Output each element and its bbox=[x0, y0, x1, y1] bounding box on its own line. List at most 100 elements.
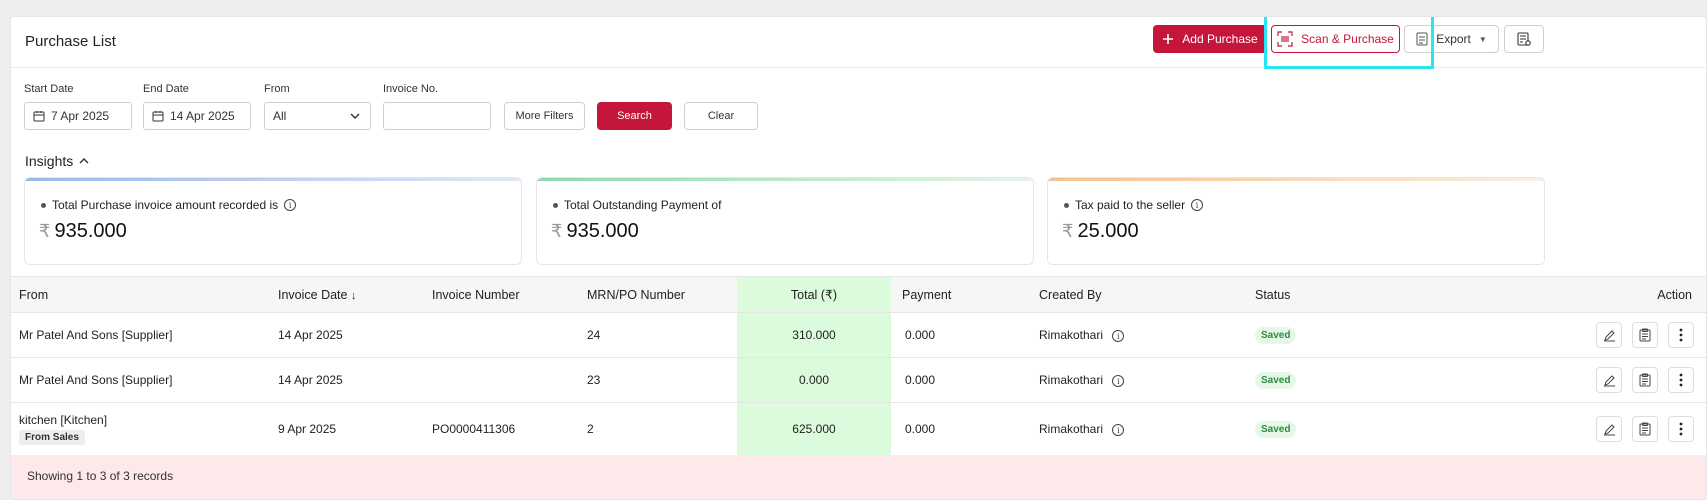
insight-value: 935.000 bbox=[54, 220, 127, 242]
clipboard-icon bbox=[1639, 328, 1651, 342]
rupee-icon: ₹ bbox=[1062, 221, 1074, 241]
edit-button[interactable] bbox=[1596, 322, 1622, 349]
col-payment: Payment bbox=[891, 276, 1039, 313]
more-options-button[interactable] bbox=[1668, 366, 1694, 393]
invoice-no-input[interactable] bbox=[392, 109, 490, 123]
cell-payment: 0.000 bbox=[891, 402, 1039, 456]
cell-invoice: PO0000411306 bbox=[432, 402, 587, 456]
rupee-icon: ₹ bbox=[39, 221, 51, 241]
pencil-icon bbox=[1603, 330, 1615, 342]
start-date-label: Start Date bbox=[24, 83, 74, 95]
insight-label-wrap: Total Purchase invoice amount recorded i… bbox=[41, 198, 297, 212]
export-dropdown[interactable]: Export ▼ bbox=[1404, 25, 1499, 53]
chevron-up-icon bbox=[79, 158, 89, 164]
chevron-down-icon: ▼ bbox=[1478, 34, 1487, 44]
cell-mrn: 2 bbox=[587, 402, 737, 456]
kebab-menu-icon bbox=[1679, 422, 1683, 436]
cell-date: 9 Apr 2025 bbox=[278, 402, 432, 456]
document-icon bbox=[1416, 32, 1428, 46]
col-from: From bbox=[11, 276, 278, 313]
pencil-icon bbox=[1603, 424, 1615, 436]
insights-toggle[interactable]: Insights bbox=[25, 153, 89, 169]
pencil-icon bbox=[1603, 375, 1615, 387]
insight-card-outstanding: Total Outstanding Payment of ₹ 935.000 bbox=[536, 177, 1034, 265]
end-date-label: End Date bbox=[143, 83, 189, 95]
cell-total: 0.000 bbox=[737, 357, 891, 403]
from-select[interactable]: All bbox=[264, 102, 371, 130]
rupee-icon: ₹ bbox=[551, 221, 563, 241]
calendar-icon bbox=[33, 111, 45, 122]
col-invoice-date-label: Invoice Date bbox=[278, 287, 348, 302]
col-status: Status bbox=[1255, 276, 1425, 313]
more-options-button[interactable] bbox=[1668, 415, 1694, 442]
status-badge: Saved bbox=[1255, 420, 1297, 438]
invoice-no-field[interactable] bbox=[383, 102, 491, 130]
search-button[interactable]: Search bbox=[597, 102, 672, 130]
clipboard-button[interactable] bbox=[1632, 366, 1658, 393]
page-title: Purchase List bbox=[25, 33, 116, 50]
filters-bar: Start Date 7 Apr 2025 End Date 14 Apr 20… bbox=[11, 68, 1706, 148]
insight-label: Tax paid to the seller bbox=[1075, 198, 1186, 212]
info-icon[interactable]: i bbox=[1112, 424, 1125, 437]
insight-label-wrap: Total Outstanding Payment of bbox=[553, 198, 721, 212]
bullet-dot bbox=[553, 202, 558, 208]
end-date-value: 14 Apr 2025 bbox=[170, 109, 235, 123]
cell-from-name: kitchen [Kitchen] bbox=[19, 413, 108, 427]
kebab-menu-icon bbox=[1679, 328, 1683, 342]
add-purchase-button[interactable]: Add Purchase bbox=[1153, 25, 1267, 53]
table-footer: Showing 1 to 3 of 3 records bbox=[11, 455, 1706, 499]
cell-created-by: Rimakothari i bbox=[1039, 312, 1255, 358]
insight-card-tax: Tax paid to the seller i ₹ 25.000 bbox=[1047, 177, 1545, 265]
insight-label-wrap: Tax paid to the seller i bbox=[1064, 198, 1204, 212]
insight-value-wrap: ₹ 25.000 bbox=[1062, 220, 1139, 243]
col-mrn-po-number: MRN/PO Number bbox=[587, 276, 737, 313]
cell-invoice bbox=[432, 312, 587, 358]
more-filters-button[interactable]: More Filters bbox=[504, 102, 585, 130]
col-action: Action bbox=[1425, 276, 1706, 313]
col-created-by: Created By bbox=[1039, 276, 1255, 313]
insight-bar bbox=[25, 178, 521, 181]
start-date-field[interactable]: 7 Apr 2025 bbox=[24, 102, 132, 130]
info-icon[interactable]: i bbox=[284, 199, 297, 211]
cell-from: Mr Patel And Sons [Supplier] bbox=[11, 312, 278, 358]
purchase-table: From Invoice Date ↓ Invoice Number MRN/P… bbox=[11, 276, 1706, 456]
plus-icon bbox=[1163, 34, 1174, 44]
col-total: Total (₹) bbox=[737, 276, 891, 313]
cell-payment: 0.000 bbox=[891, 312, 1039, 358]
clear-button[interactable]: Clear bbox=[684, 102, 758, 130]
cell-actions bbox=[1425, 402, 1706, 456]
cell-date: 14 Apr 2025 bbox=[278, 357, 432, 403]
add-purchase-label: Add Purchase bbox=[1182, 32, 1258, 46]
edit-button[interactable] bbox=[1596, 416, 1622, 443]
from-select-value: All bbox=[273, 109, 287, 123]
cell-total: 625.000 bbox=[737, 402, 891, 456]
info-icon[interactable]: i bbox=[1191, 199, 1204, 211]
status-badge: Saved bbox=[1255, 326, 1297, 344]
kebab-menu-icon bbox=[1679, 373, 1683, 387]
cell-mrn: 24 bbox=[587, 312, 737, 358]
scan-and-purchase-button[interactable]: Scan & Purchase bbox=[1271, 25, 1400, 53]
end-date-field[interactable]: 14 Apr 2025 bbox=[143, 102, 251, 130]
chevron-down-icon bbox=[350, 113, 360, 119]
purchase-list-card: Purchase List Add Purchase Scan & Purcha… bbox=[10, 16, 1707, 500]
list-settings-button[interactable] bbox=[1504, 25, 1544, 53]
records-count: Showing 1 to 3 of 3 records bbox=[27, 469, 174, 483]
more-options-button[interactable] bbox=[1668, 321, 1694, 348]
insights-title: Insights bbox=[25, 153, 74, 169]
col-invoice-date[interactable]: Invoice Date ↓ bbox=[278, 276, 432, 313]
insight-label: Total Outstanding Payment of bbox=[564, 198, 722, 212]
insight-label: Total Purchase invoice amount recorded i… bbox=[52, 198, 279, 212]
clipboard-icon bbox=[1639, 422, 1651, 436]
barcode-scan-icon bbox=[1277, 31, 1293, 47]
clipboard-button[interactable] bbox=[1632, 321, 1658, 348]
edit-button[interactable] bbox=[1596, 367, 1622, 394]
insight-value-wrap: ₹ 935.000 bbox=[551, 220, 639, 243]
clipboard-button[interactable] bbox=[1632, 415, 1658, 442]
info-icon[interactable]: i bbox=[1112, 375, 1125, 388]
source-tag: From Sales bbox=[19, 430, 85, 445]
info-icon[interactable]: i bbox=[1112, 330, 1125, 343]
table-row: kitchen [Kitchen] From Sales 9 Apr 2025 … bbox=[11, 402, 1706, 456]
cell-mrn: 23 bbox=[587, 357, 737, 403]
sort-arrow-down-icon[interactable]: ↓ bbox=[351, 290, 357, 302]
list-settings-icon bbox=[1517, 32, 1531, 46]
